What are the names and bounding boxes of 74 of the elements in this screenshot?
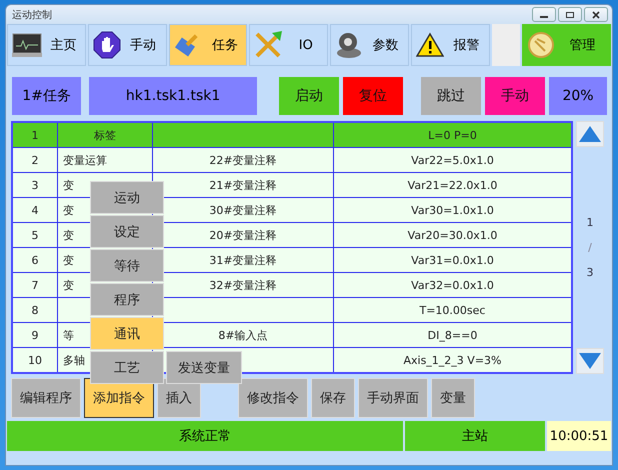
table-cell: Var20=30.0x1.0 [334, 222, 572, 248]
table-cell: 10 [12, 348, 58, 373]
table-cell: 2 [12, 148, 58, 172]
table-cell: 32#变量注释 [152, 272, 334, 298]
speed-display: 20% [548, 76, 608, 116]
table-cell: Var31=0.0x1.0 [334, 248, 572, 272]
command-button[interactable]: 编辑程序 [11, 378, 81, 418]
arrows-icon [254, 31, 284, 59]
table-cell: 22#变量注释 [152, 148, 334, 172]
maximize-button[interactable] [558, 7, 582, 22]
table-cell: DI_8==0 [334, 322, 572, 348]
toolbar-tab[interactable]: 手动 [88, 24, 167, 66]
page-separator: / [588, 241, 592, 254]
table-cell: Var22=5.0x1.0 [334, 148, 572, 172]
minimize-button[interactable] [532, 7, 556, 22]
station-label: 主站 [405, 421, 545, 451]
table-cell: 9 [12, 322, 58, 348]
toolbar-tab[interactable]: IO [249, 24, 328, 66]
table-cell: 21#变量注释 [152, 172, 334, 198]
menu-item[interactable]: 程序 [90, 283, 164, 316]
status-message: 系统正常 [7, 421, 403, 451]
task-button[interactable]: 启动 [278, 76, 340, 116]
toolbar-tab[interactable]: 任务 [168, 24, 248, 66]
program-name: hk1.tsk1.tsk1 [88, 76, 258, 116]
menu-item[interactable]: 工艺 [90, 351, 164, 384]
command-button[interactable]: 保存 [311, 378, 355, 418]
menu-item[interactable]: 运动 [90, 181, 164, 214]
table-cell: 8 [12, 298, 58, 322]
task-label: 1#任务 [11, 76, 82, 116]
monitor-icon [12, 32, 42, 58]
scroll-up-button[interactable] [576, 121, 604, 147]
table-cell: 3 [12, 172, 58, 198]
table-cell: 31#变量注释 [152, 248, 334, 272]
table-cell: 5 [12, 222, 58, 248]
table-cell: 标签 [58, 122, 152, 148]
scroll-down-button[interactable] [576, 348, 604, 374]
table-cell: T=10.00sec [334, 298, 572, 322]
disc-icon [527, 31, 556, 59]
hand-icon [92, 31, 121, 59]
toolbar-tab[interactable]: 报警 [411, 24, 490, 66]
toolbar-blank-panel [492, 24, 520, 66]
maximize-icon [565, 10, 575, 18]
close-icon [591, 10, 601, 18]
mode-button[interactable]: 手动 [484, 76, 546, 116]
table-cell: Var30=1.0x1.0 [334, 198, 572, 222]
menu-item[interactable]: 通讯 [90, 317, 164, 350]
toolbar-tab[interactable]: 主页 [7, 24, 86, 66]
menu-item[interactable]: 等待 [90, 249, 164, 282]
page-total: 3 [586, 266, 594, 279]
task-button[interactable]: 复位 [342, 76, 404, 116]
command-button[interactable]: 手动界面 [358, 378, 428, 418]
command-button[interactable]: 变量 [431, 378, 475, 418]
table-cell: Var32=0.0x1.0 [334, 272, 572, 298]
table-cell: 1 [12, 122, 58, 148]
close-button[interactable] [584, 7, 608, 22]
warning-icon [416, 32, 444, 58]
table-cell: 变量运算 [58, 148, 152, 172]
toolbar-tab[interactable]: 参数 [330, 24, 410, 66]
table-cell: 6 [12, 248, 58, 272]
table-cell: 4 [12, 198, 58, 222]
menu-item[interactable]: 设定 [90, 215, 164, 248]
toolbar-tab[interactable]: 管理 [522, 24, 612, 66]
mode-button[interactable]: 跳过 [420, 76, 482, 116]
table-cell: Var21=22.0x1.0 [334, 172, 572, 198]
camera-icon [335, 31, 364, 59]
table-cell: Axis_1_2_3 V=3% [334, 348, 572, 373]
table-cell: 7 [12, 272, 58, 298]
table-cell: 30#变量注释 [152, 198, 334, 222]
window-title: 运动控制 [12, 8, 52, 22]
clock-time: 10:00:51 [547, 421, 611, 451]
submenu-item[interactable]: 发送变量 [166, 351, 242, 384]
table-cell: L=0 P=0 [334, 122, 572, 148]
command-button[interactable]: 修改指令 [238, 378, 308, 418]
page-number: 1 [586, 216, 594, 229]
